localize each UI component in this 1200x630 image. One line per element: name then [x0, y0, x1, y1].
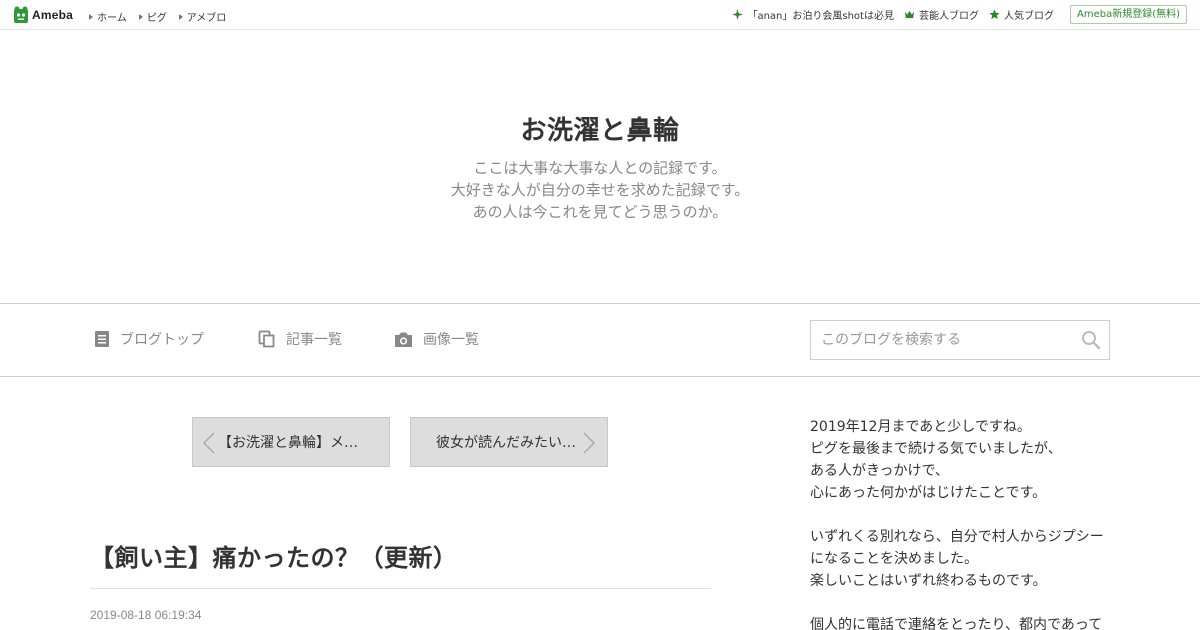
logo-text: Ameba: [32, 8, 74, 22]
chevron-right-icon: [583, 432, 596, 454]
global-nav-home[interactable]: ホーム: [89, 9, 127, 24]
blog-description-line: 大好きな人が自分の幸せを求めた記録です。: [450, 181, 750, 199]
sidebar-line: ある人がきっかけで、: [810, 463, 949, 479]
blog-description: ここは大事な大事な人との記録です。 大好きな人が自分の幸せを求めた記録です。 あ…: [0, 157, 1200, 223]
sidebar-profile-text: 2019年12月まであと少しですね。 ピグを最後まで続ける気でいましたが、 ある…: [810, 416, 1110, 630]
header-link-label: 人気ブログ: [1003, 11, 1054, 22]
triangle-right-icon: [178, 13, 183, 20]
sidebar-line: ピグを最後まで続ける気でいましたが、: [810, 441, 1062, 457]
prev-entry-button[interactable]: 【お洗濯と鼻輪】メ…: [192, 417, 390, 467]
sidebar-line: 心にあった何かがはじけたことです。: [810, 485, 1047, 501]
triangle-right-icon: [138, 13, 143, 20]
nav-label: 画像一覧: [423, 332, 479, 348]
sidebar-line: 2019年12月まであと少しですね。: [810, 419, 1031, 435]
nav-image-list[interactable]: 画像一覧: [394, 329, 479, 349]
nav-label: 記事一覧: [286, 332, 342, 348]
global-header: Ameba ホーム ピグ アメブロ 「anan」お泊り会風shotは必見 芸能人…: [0, 0, 1200, 30]
global-nav-label: アメブロ: [186, 13, 227, 24]
sidebar-line: 個人的に電話で連絡をとったり、都内であって: [810, 617, 1103, 630]
chevron-left-icon: [202, 432, 215, 454]
prev-entry-label: 【お洗濯と鼻輪】メ…: [218, 435, 358, 451]
camera-icon: [395, 332, 412, 347]
next-entry-label: 彼女が読んだみたい…: [436, 435, 576, 451]
header-link-popular-blog[interactable]: 人気ブログ: [989, 7, 1054, 22]
header-link-label: 芸能人ブログ: [918, 11, 979, 22]
sidebar-line: になることを決めました。: [810, 551, 978, 567]
header-link-label: 「anan」お泊り会風shotは必見: [747, 11, 894, 22]
star-icon: [989, 9, 1000, 20]
entry-date: 2019-08-18 06:19:34: [90, 608, 202, 622]
register-button[interactable]: Ameba新規登録(無料): [1069, 5, 1187, 24]
entry-title[interactable]: 【飼い主】痛かったの？（更新）: [90, 538, 458, 573]
global-nav-label: ホーム: [97, 13, 127, 24]
global-nav-label: ピグ: [146, 13, 167, 24]
crown-icon: [904, 10, 915, 19]
nav-label: ブログトップ: [120, 332, 204, 348]
header-link-feature[interactable]: 「anan」お泊り会風shotは必見: [732, 7, 894, 22]
blog-title[interactable]: お洗濯と鼻輪: [0, 110, 1200, 147]
sparkle-icon: [732, 9, 744, 20]
ameba-logo-icon: [14, 6, 28, 23]
triangle-right-icon: [89, 13, 93, 20]
document-icon: [95, 331, 109, 347]
ameba-logo[interactable]: Ameba: [13, 6, 73, 24]
blog-search: [810, 320, 1110, 360]
pages-icon: [258, 330, 275, 348]
sidebar-paragraph: 個人的に電話で連絡をとったり、都内であって: [810, 614, 1110, 630]
divider: [90, 588, 711, 589]
blog-nav: ブログトップ 記事一覧 画像一覧: [0, 303, 1200, 377]
header-link-celebrity-blog[interactable]: 芸能人ブログ: [904, 7, 979, 22]
blog-description-line: ここは大事な大事な人との記録です。: [473, 159, 727, 177]
next-entry-button[interactable]: 彼女が読んだみたい…: [410, 417, 608, 467]
global-nav: ホーム ピグ アメブロ: [89, 9, 238, 24]
global-nav-ameblo[interactable]: アメブロ: [178, 9, 227, 24]
sidebar-paragraph: いずれくる別れなら、自分で村人からジプシー になることを決めました。 楽しいこと…: [810, 526, 1110, 592]
global-nav-pigg[interactable]: ピグ: [138, 9, 167, 24]
sidebar-line: いずれくる別れなら、自分で村人からジプシー: [810, 529, 1104, 545]
search-icon[interactable]: [1081, 330, 1101, 350]
nav-entry-list[interactable]: 記事一覧: [258, 329, 342, 349]
sidebar-paragraph: 2019年12月まであと少しですね。 ピグを最後まで続ける気でいましたが、 ある…: [810, 416, 1110, 504]
header-links: 「anan」お泊り会風shotは必見 芸能人ブログ 人気ブログ Ameba新規登…: [732, 5, 1187, 24]
nav-blog-top[interactable]: ブログトップ: [94, 329, 204, 349]
blog-description-line: あの人は今これを見てどう思うのか。: [472, 203, 728, 221]
search-input[interactable]: [811, 321, 1071, 359]
sidebar-line: 楽しいことはいずれ終わるものです。: [810, 573, 1047, 589]
